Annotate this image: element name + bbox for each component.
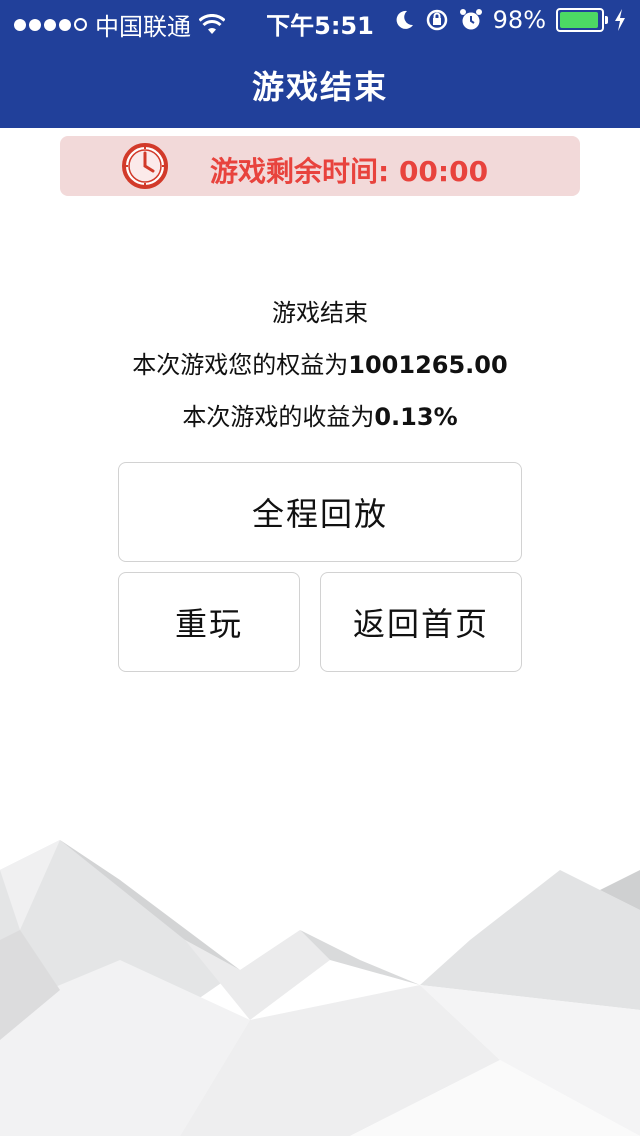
charging-icon [615, 9, 625, 31]
battery-percent: 98% [492, 6, 546, 34]
replay-all-button[interactable]: 全程回放 [118, 462, 522, 562]
equity-label: 本次游戏您的权益为 [132, 351, 349, 379]
clock-icon [122, 143, 168, 189]
back-home-button[interactable]: 返回首页 [320, 572, 522, 672]
return-line: 本次游戏的收益为0.13% [0, 399, 640, 451]
result-heading: 游戏结束 [272, 299, 368, 327]
return-label: 本次游戏的收益为 [182, 403, 375, 431]
moon-icon [396, 10, 413, 29]
battery-icon [556, 8, 608, 32]
equity-value: 1001265.00 [348, 351, 508, 379]
countdown-text: 游戏剩余时间: 00:00 [210, 155, 489, 188]
countdown-banner: 游戏剩余时间: 00:00 [60, 136, 580, 196]
nav-header: 中国联通 下午5:51 98% 游戏结束 [0, 0, 640, 128]
status-bar: 中国联通 下午5:51 98% [0, 0, 640, 41]
equity-line: 本次游戏您的权益为1001265.00 [0, 347, 640, 399]
result-panel: 游戏结束 本次游戏您的权益为1001265.00 本次游戏的收益为0.13% [0, 295, 640, 451]
play-again-button[interactable]: 重玩 [118, 572, 300, 672]
page-title: 游戏结束 [251, 68, 388, 106]
alarm-icon [459, 9, 482, 30]
background-mountains-art [0, 840, 640, 1136]
rotation-lock-icon [426, 9, 447, 31]
return-value: 0.13% [374, 403, 458, 431]
